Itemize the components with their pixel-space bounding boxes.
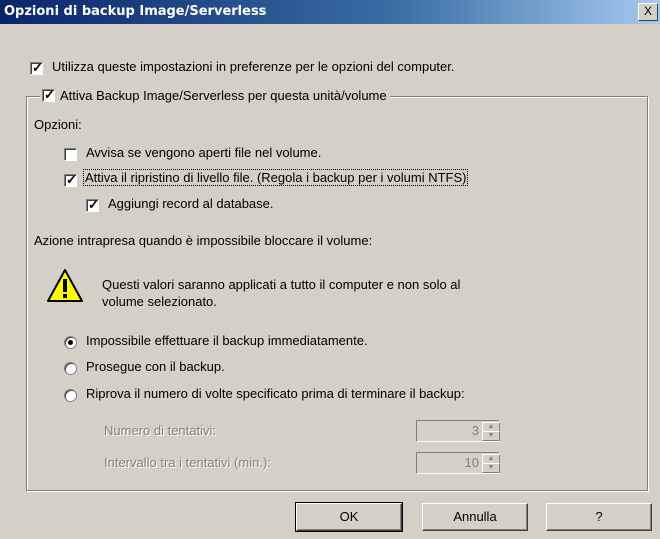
retries-label: Numero di tentativi: <box>104 423 216 438</box>
radio-retry[interactable] <box>64 389 77 402</box>
interval-value: 10 <box>464 455 479 470</box>
add-records-checkbox[interactable]: ✓ <box>86 197 99 212</box>
radio-no-backup-label: Impossibile effettuare il backup immedia… <box>86 333 368 348</box>
lock-action-heading: Azione intrapresa quando è impossibile b… <box>34 233 373 248</box>
enable-backup-label: Attiva Backup Image/Serverless per quest… <box>60 88 387 103</box>
ok-button[interactable]: OK <box>295 502 403 532</box>
radio-continue-backup-label: Prosegue con il backup. <box>86 359 225 374</box>
enable-backup-checkbox[interactable]: ✓ <box>42 87 55 102</box>
file-level-restore-label: Attiva il ripristino di livello file. (R… <box>82 169 469 186</box>
radio-dot <box>68 340 73 345</box>
check-mark-icon: ✓ <box>66 172 77 187</box>
notify-open-files-label: Avvisa se vengono aperti file nel volume… <box>86 145 322 160</box>
use-settings-label: Utilizza queste impostazioni in preferen… <box>52 59 455 74</box>
warning-text-line2: volume selezionato. <box>102 294 217 309</box>
add-records-label: Aggiungi record al database. <box>108 196 274 211</box>
notify-open-files-checkbox[interactable] <box>64 148 77 161</box>
radio-retry-label: Riprova il numero di volte specificato p… <box>86 386 465 401</box>
help-button[interactable]: ? <box>546 503 652 531</box>
window-title: Opzioni di backup Image/Serverless <box>4 4 267 19</box>
options-label: Opzioni: <box>34 117 82 132</box>
check-mark-icon: ✓ <box>44 87 55 102</box>
spin-down-icon[interactable]: ▼ <box>482 431 500 441</box>
warning-icon <box>47 269 83 302</box>
check-mark-icon: ✓ <box>88 197 99 212</box>
group-box-title: ✓ Attiva Backup Image/Serverless per que… <box>40 87 390 103</box>
spin-down-icon[interactable]: ▼ <box>482 463 500 473</box>
close-button[interactable]: X <box>638 3 658 21</box>
interval-spinner[interactable]: 10 ▲ ▼ <box>416 452 500 474</box>
title-bar: Opzioni di backup Image/Serverless X <box>0 0 660 24</box>
interval-label: Intervallo tra i tentativi (min.): <box>104 455 271 470</box>
radio-no-backup[interactable] <box>64 336 77 349</box>
file-level-restore-checkbox[interactable]: ✓ <box>64 172 77 187</box>
retries-spinner[interactable]: 3 ▲ ▼ <box>416 420 500 442</box>
cancel-button[interactable]: Annulla <box>422 503 528 531</box>
radio-continue-backup[interactable] <box>64 362 77 375</box>
check-mark-icon: ✓ <box>32 60 43 75</box>
use-settings-checkbox[interactable]: ✓ <box>30 60 43 75</box>
warning-text-line1: Questi valori saranno applicati a tutto … <box>102 277 461 292</box>
retries-value: 3 <box>471 423 479 438</box>
